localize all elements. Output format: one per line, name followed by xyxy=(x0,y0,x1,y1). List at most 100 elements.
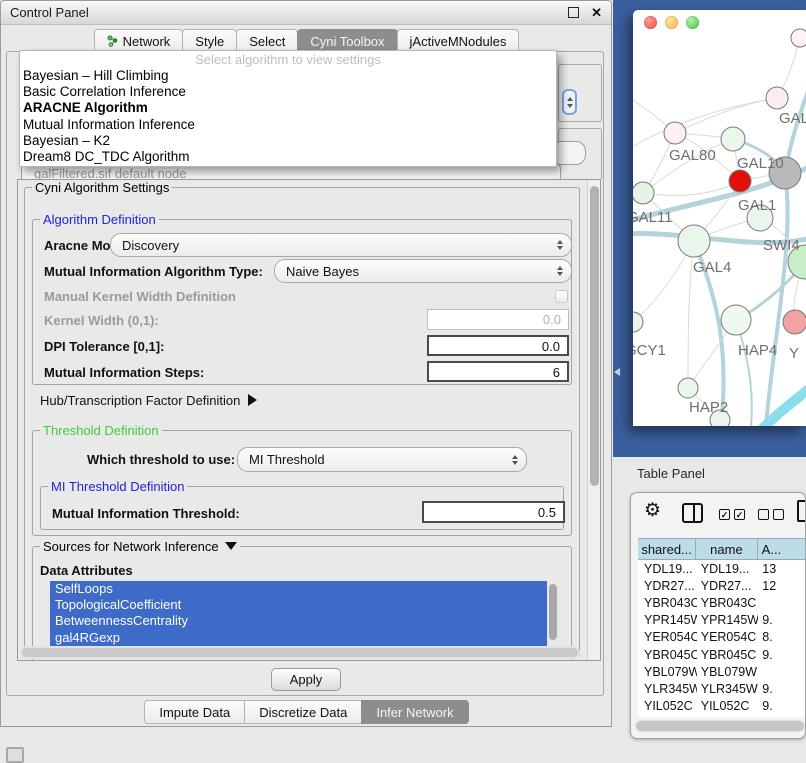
table-row[interactable]: YBL079WYBL079W xyxy=(638,663,806,680)
tab-style[interactable]: Style xyxy=(182,29,237,52)
network-node[interactable] xyxy=(633,182,654,204)
algorithm-option-aracne-algorithm[interactable]: ARACNE Algorithm xyxy=(20,100,556,116)
node-label-gal1: GAL1 xyxy=(738,197,776,214)
table-row[interactable]: YBR043CYBR043C xyxy=(638,594,806,611)
table-cell: YPR145W xyxy=(697,613,759,627)
window-zoom-button[interactable] xyxy=(686,16,699,29)
deselect-all-checkboxes-icon[interactable] xyxy=(758,509,784,520)
tab-cyni-toolbox[interactable]: Cyni Toolbox xyxy=(297,29,397,52)
combo-arrows-icon xyxy=(557,240,563,250)
mi-steps-field[interactable]: 6 xyxy=(427,361,569,382)
attribute-betweennesscentrality[interactable]: BetweennessCentrality xyxy=(50,613,559,629)
mi-threshold-field[interactable]: 0.5 xyxy=(422,501,565,523)
kernel-width-label: Kernel Width (0,1): xyxy=(44,313,159,328)
tab-label: Select xyxy=(249,34,285,49)
network-graph[interactable]: GALGAL80GAL10GAL1GAL11SWI4GAL4GCY1HAP4YH… xyxy=(633,10,806,426)
select-all-checkboxes-icon[interactable]: ✓✓ xyxy=(719,509,745,520)
attribute-gal4rgexp[interactable]: gal4RGexp xyxy=(50,630,559,646)
mi-steps-label: Mutual Information Steps: xyxy=(44,365,204,380)
algorithm-option-mutual-information-inference[interactable]: Mutual Information Inference xyxy=(20,117,556,133)
which-threshold-combo[interactable]: MI Threshold xyxy=(237,447,527,472)
table-cell: 9. xyxy=(758,699,806,713)
network-view-window[interactable]: GALGAL80GAL10GAL1GAL11SWI4GAL4GCY1HAP4YH… xyxy=(633,10,806,426)
tab-network[interactable]: Network xyxy=(94,29,184,52)
attributes-list-scrollbar[interactable] xyxy=(547,581,559,646)
network-node[interactable] xyxy=(766,87,788,109)
attribute-topologicalcoefficient[interactable]: TopologicalCoefficient xyxy=(50,597,559,613)
manual-kernel-checkbox[interactable] xyxy=(555,290,568,303)
node-label-hap4: HAP4 xyxy=(738,342,777,359)
table-cell: YIL052C xyxy=(697,699,759,713)
sources-group-title[interactable]: Sources for Network Inference xyxy=(40,539,240,554)
apply-button[interactable]: Apply xyxy=(271,668,341,691)
split-pane-collapse-icon[interactable] xyxy=(614,368,620,376)
tab-select[interactable]: Select xyxy=(236,29,298,52)
network-node[interactable] xyxy=(721,127,745,151)
gear-icon[interactable]: ⚙ xyxy=(644,501,661,520)
column-header-name[interactable]: name xyxy=(696,538,757,560)
window-minimize-button[interactable] xyxy=(665,16,678,29)
table-horizontal-scrollbar[interactable] xyxy=(635,720,805,732)
split-columns-icon[interactable] xyxy=(682,503,703,523)
tab-jactivemnodules[interactable]: jActiveMNodules xyxy=(397,29,520,52)
table-row[interactable]: YDR27...YDR27...12 xyxy=(638,577,806,594)
algorithm-option-bayesian-k2[interactable]: Bayesian – K2 xyxy=(20,133,556,149)
float-panel-icon[interactable] xyxy=(568,7,579,18)
table-cell: YBL079W xyxy=(638,665,697,679)
network-node[interactable] xyxy=(783,310,806,334)
table-panel-title: Table Panel xyxy=(637,466,705,481)
which-threshold-value: MI Threshold xyxy=(249,452,325,467)
attributes-list: SelfLoopsTopologicalCoefficientBetweenne… xyxy=(50,581,559,646)
document-icon[interactable] xyxy=(797,500,806,522)
table-cell: YBR045C xyxy=(638,648,697,662)
network-node[interactable] xyxy=(664,122,686,144)
close-icon[interactable]: ✕ xyxy=(591,8,602,18)
combo-arrows-icon xyxy=(512,455,518,465)
control-panel-title: Control Panel xyxy=(10,5,89,20)
tab-label: Style xyxy=(195,34,224,49)
column-header-shared[interactable]: shared... xyxy=(638,538,696,560)
network-node[interactable] xyxy=(633,312,643,332)
cyni-settings-group-title: Cyni Algorithm Settings xyxy=(32,180,172,195)
bottom-tab-infer-network[interactable]: Infer Network xyxy=(361,700,468,724)
network-node[interactable] xyxy=(729,170,751,192)
algorithm-option-basic-correlation-inference[interactable]: Basic Correlation Inference xyxy=(20,84,556,100)
kernel-width-field[interactable]: 0.0 xyxy=(427,309,569,330)
manual-kernel-label: Manual Kernel Width Definition xyxy=(44,289,236,304)
restore-panel-icon[interactable] xyxy=(6,747,24,763)
window-close-button[interactable] xyxy=(644,16,657,29)
control-panel-window: Control Panel ✕ Network Style Select Cyni T… xyxy=(0,0,612,727)
bottom-tab-discretize-data[interactable]: Discretize Data xyxy=(244,700,362,724)
network-node[interactable] xyxy=(678,378,698,398)
hub-definition-expander[interactable]: Hub/Transcription Factor Definition xyxy=(40,393,257,408)
algorithm-option-dream8-dc-tdc-algorithm[interactable]: Dream8 DC_TDC Algorithm xyxy=(20,149,556,165)
column-header-a[interactable]: A... xyxy=(758,538,806,560)
node-table: shared...nameA... YDL19...YDL19...13YDR2… xyxy=(638,538,806,717)
settings-vertical-scrollbar[interactable] xyxy=(587,180,601,661)
attribute-selfloops[interactable]: SelfLoops xyxy=(50,581,559,597)
table-row[interactable]: YDL19...YDL19...13 xyxy=(638,560,806,577)
table-cell: YBL079W xyxy=(697,665,759,679)
network-edge xyxy=(736,320,752,426)
algorithm-option-bayesian-hill-climbing[interactable]: Bayesian – Hill Climbing xyxy=(20,68,556,84)
hub-definition-label: Hub/Transcription Factor Definition xyxy=(40,393,240,408)
node-label-gal: GAL xyxy=(779,110,806,127)
bottom-tab-impute-data[interactable]: Impute Data xyxy=(144,700,245,724)
network-node[interactable] xyxy=(678,225,710,257)
network-node[interactable] xyxy=(721,305,751,335)
mi-type-combo[interactable]: Naive Bayes xyxy=(274,259,572,283)
table-row[interactable]: YPR145WYPR145W9. xyxy=(638,612,806,629)
table-row[interactable]: YBR045CYBR045C9. xyxy=(638,646,806,663)
table-row[interactable]: YIL052CYIL052C9. xyxy=(638,698,806,715)
aracne-mode-value: Discovery xyxy=(122,238,179,253)
settings-horizontal-scrollbar[interactable] xyxy=(20,646,580,659)
table-row[interactable]: YLR345WYLR345W9. xyxy=(638,680,806,697)
table-cell: 13 xyxy=(758,562,806,576)
table-cell: 9. xyxy=(758,613,806,627)
algorithm-combo-stepper[interactable] xyxy=(562,89,577,115)
network-node[interactable] xyxy=(791,29,806,47)
aracne-mode-combo[interactable]: Discovery xyxy=(110,233,572,257)
dpi-tolerance-field[interactable]: 0.0 xyxy=(427,335,569,356)
table-row[interactable]: YER054CYER054C8. xyxy=(638,629,806,646)
network-edge xyxy=(643,181,740,195)
